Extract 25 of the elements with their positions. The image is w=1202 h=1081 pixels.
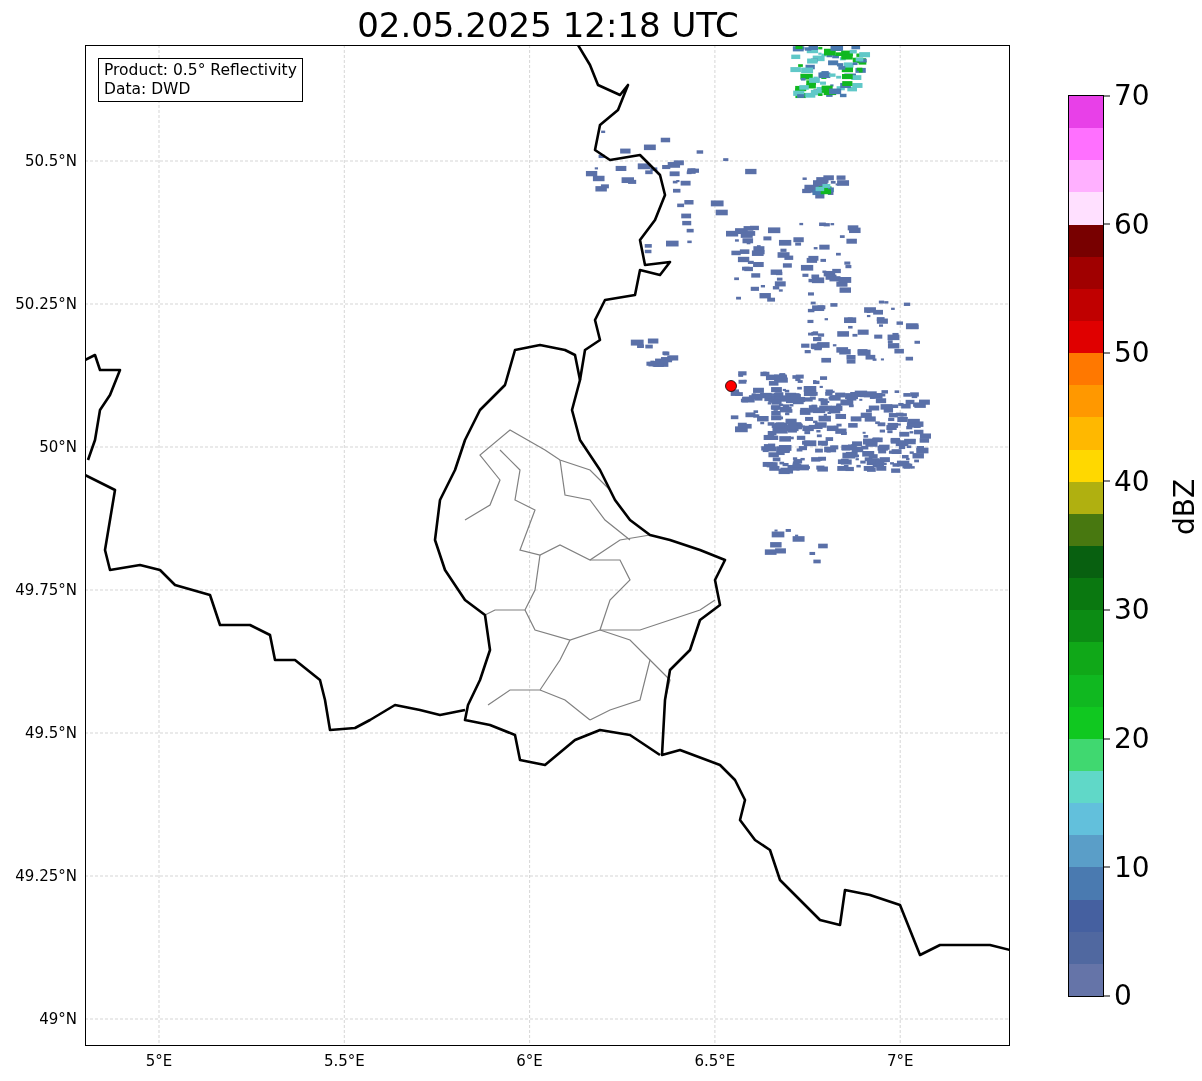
- colorbar-tick-label: 70: [1104, 78, 1150, 112]
- latitude-label: 50.25°N: [15, 295, 77, 313]
- latitude-label: 49.5°N: [24, 724, 77, 742]
- colorbar-tick-label: 40: [1104, 464, 1150, 498]
- longitude-label: 5.5°E: [323, 1052, 365, 1070]
- longitude-label: 5°E: [145, 1052, 173, 1070]
- colorbar-tick-label: 50: [1104, 335, 1150, 369]
- radar-site-marker: [725, 380, 737, 392]
- chart-title: 02.05.2025 12:18 UTC: [356, 4, 740, 45]
- colorbar-tick-label: 10: [1104, 850, 1150, 884]
- longitude-label: 6°E: [516, 1052, 543, 1070]
- info-text: Data: DWD: [104, 80, 192, 99]
- colorbar-tick-label: 60: [1104, 207, 1150, 241]
- latitude-label: 50°N: [39, 438, 77, 456]
- latitude-label: 49.25°N: [15, 867, 77, 885]
- info-text: Product: 0.5° Reflectivity: [104, 61, 297, 80]
- longitude-label: 6.5°E: [694, 1052, 736, 1070]
- colorbar-tick-label: 20: [1104, 721, 1150, 755]
- latitude-label: 49.75°N: [15, 581, 77, 599]
- longitude-label: 7°E: [886, 1052, 914, 1070]
- colorbar-tick-label: 0: [1104, 978, 1132, 1012]
- latitude-label: 49°N: [39, 1010, 77, 1028]
- latitude-label: 50.5°N: [24, 152, 77, 170]
- colorbar-tick-label: 30: [1104, 592, 1150, 626]
- colorbar-label: dBZ: [1168, 477, 1201, 535]
